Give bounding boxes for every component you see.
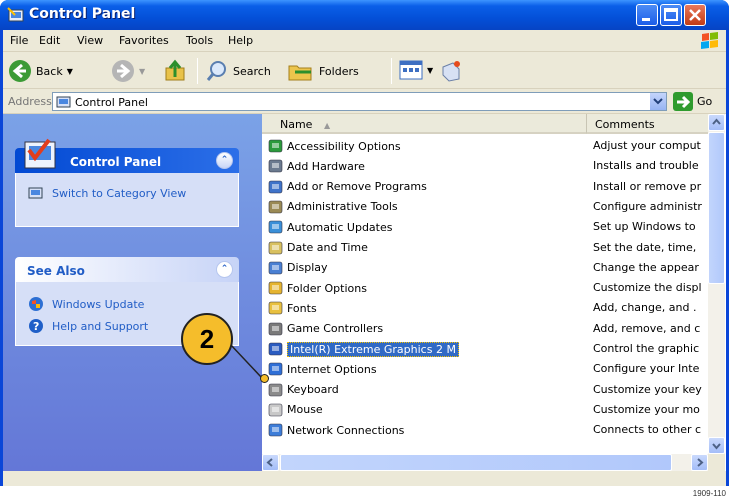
callout-marker: 2 (181, 313, 233, 365)
callout-dot (260, 374, 269, 383)
callout-leader-line (229, 343, 263, 379)
figure-id: 1909-110 (692, 489, 726, 498)
